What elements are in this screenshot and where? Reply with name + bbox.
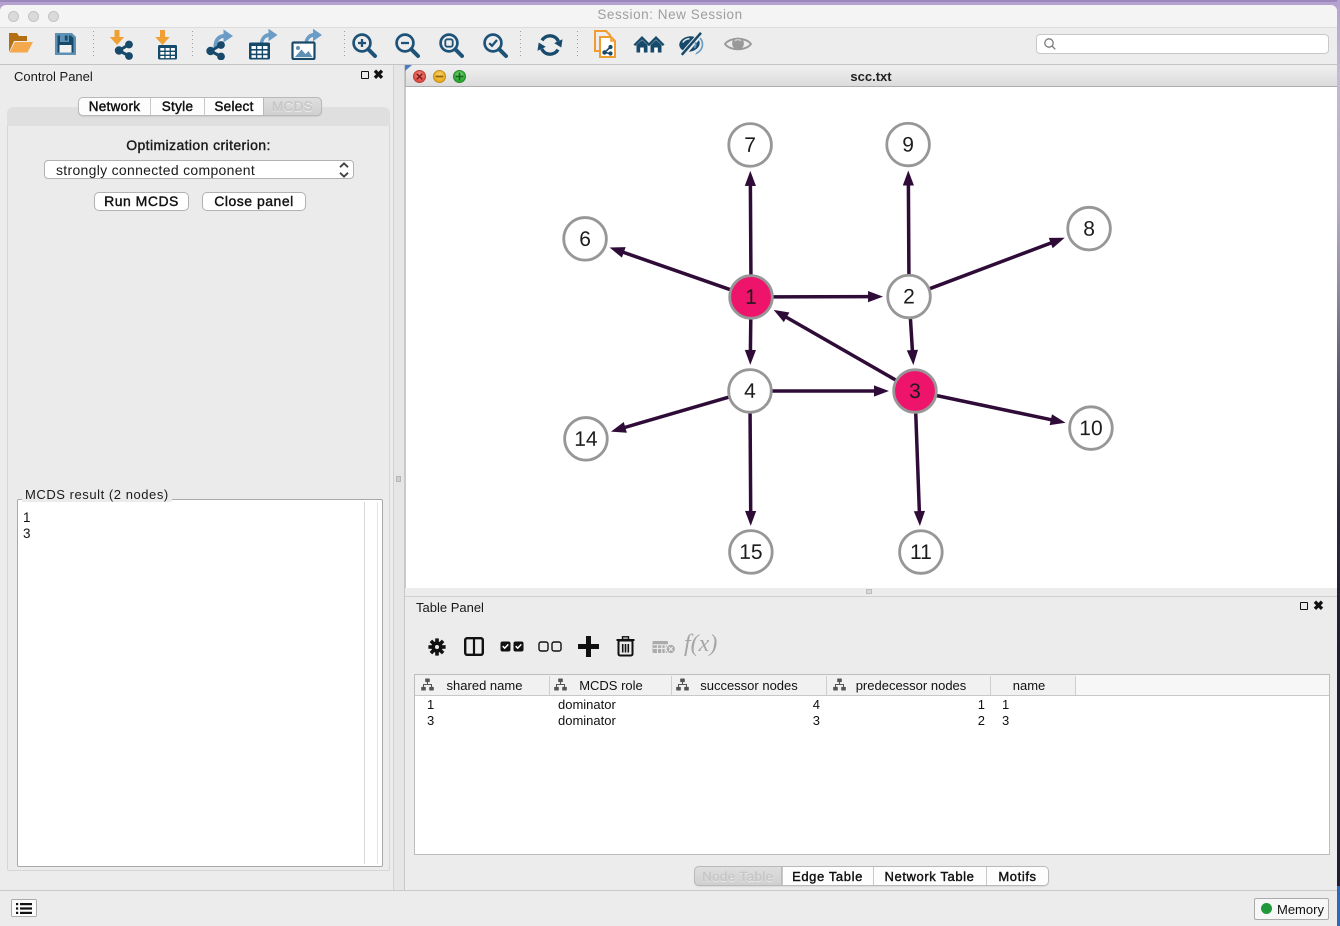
- svg-text:8: 8: [1083, 218, 1095, 241]
- svg-text:15: 15: [739, 541, 762, 564]
- svg-text:11: 11: [910, 541, 932, 564]
- svg-text:2: 2: [903, 286, 915, 309]
- svg-text:10: 10: [1079, 417, 1102, 440]
- svg-text:3: 3: [909, 380, 921, 403]
- svg-text:6: 6: [579, 228, 591, 251]
- svg-text:4: 4: [744, 380, 756, 403]
- svg-text:1: 1: [745, 286, 757, 309]
- svg-text:7: 7: [744, 134, 756, 157]
- svg-text:14: 14: [574, 428, 598, 451]
- svg-text:9: 9: [902, 134, 914, 157]
